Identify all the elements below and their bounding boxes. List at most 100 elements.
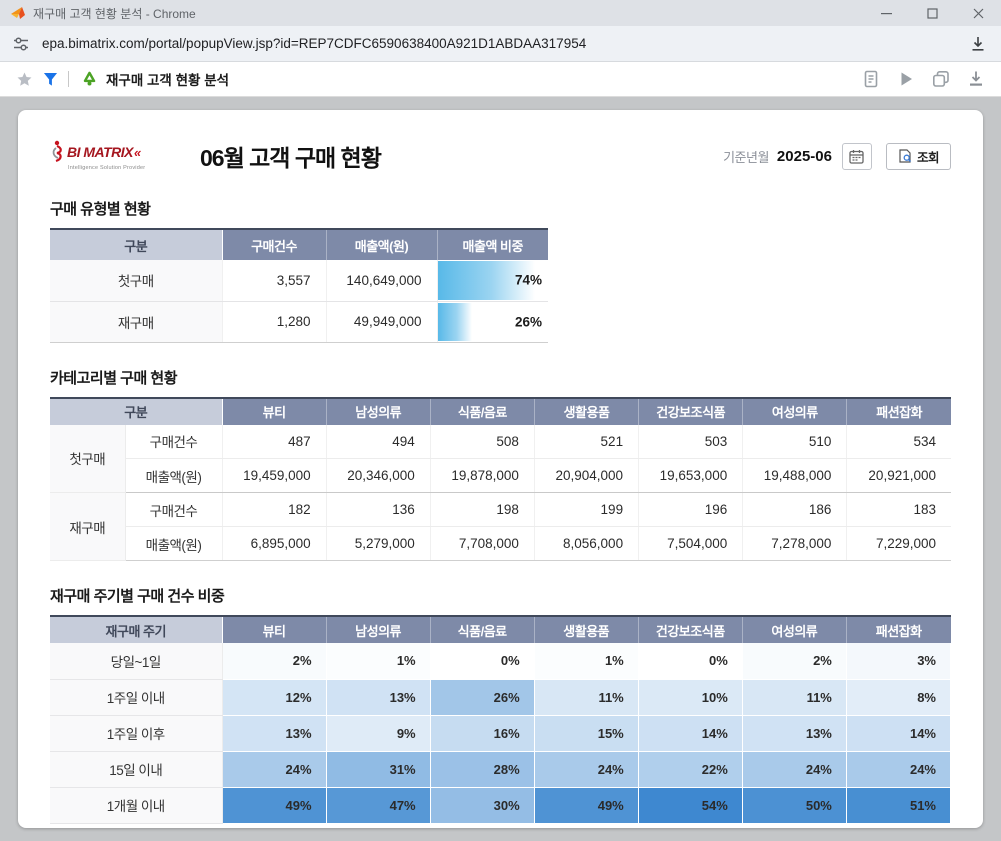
heat-cell: 0% bbox=[638, 643, 742, 679]
report-header: BI MATRIX « Intelligence Solution Provid… bbox=[50, 132, 951, 180]
purchase-type-table: 구분구매건수매출액(원)매출액 비중 첫구매3,557140,649,00074… bbox=[50, 228, 548, 343]
run-play-icon[interactable] bbox=[897, 70, 915, 88]
repurchase-cycle-heatmap: 재구매 주기뷰티남성의류식품/음료생활용품건강보조식품여성의류패션잡화 당일~1… bbox=[50, 615, 951, 824]
cycle-label: 1주일 이내 bbox=[50, 679, 222, 715]
group-label: 재구매 bbox=[50, 493, 125, 561]
calendar-button[interactable] bbox=[842, 143, 872, 170]
value-cell: 487 bbox=[222, 425, 326, 459]
value-cell: 183 bbox=[847, 493, 951, 527]
heat-cell: 49% bbox=[534, 787, 638, 823]
column-header: 재구매 주기 bbox=[50, 616, 222, 643]
site-settings-icon[interactable] bbox=[12, 35, 30, 53]
value-cell: 199 bbox=[534, 493, 638, 527]
share-value: 74% bbox=[515, 273, 542, 288]
minimize-button[interactable] bbox=[863, 0, 909, 26]
section1-title: 구매 유형별 현황 bbox=[50, 198, 951, 219]
value-cell: 20,346,000 bbox=[326, 459, 430, 493]
heat-cell: 24% bbox=[222, 751, 326, 787]
value-cell: 7,229,000 bbox=[847, 527, 951, 561]
maximize-button[interactable] bbox=[909, 0, 955, 26]
value-cell: 196 bbox=[639, 493, 743, 527]
report-logo-icon bbox=[81, 71, 98, 88]
heat-cell: 11% bbox=[534, 679, 638, 715]
search-button[interactable]: 조회 bbox=[886, 143, 951, 170]
copy-save-icon[interactable] bbox=[932, 70, 950, 88]
table-row: 매출액(원)19,459,00020,346,00019,878,00020,9… bbox=[50, 459, 951, 493]
heat-cell: 24% bbox=[534, 751, 638, 787]
section-purchase-type: 구매 유형별 현황 구분구매건수매출액(원)매출액 비중 첫구매3,557140… bbox=[50, 198, 951, 343]
value-cell: 8,056,000 bbox=[534, 527, 638, 561]
column-header: 구분 bbox=[50, 398, 222, 425]
value-cell: 7,708,000 bbox=[430, 527, 534, 561]
row-label: 재구매 bbox=[50, 301, 222, 342]
table-row: 첫구매구매건수487494508521503510534 bbox=[50, 425, 951, 459]
heat-cell: 8% bbox=[846, 679, 950, 715]
download-icon[interactable] bbox=[969, 35, 987, 53]
heat-cell: 9% bbox=[326, 715, 430, 751]
value-cell: 7,504,000 bbox=[639, 527, 743, 561]
search-button-label: 조회 bbox=[917, 147, 939, 166]
value-cell: 19,653,000 bbox=[639, 459, 743, 493]
section-category-purchase: 카테고리별 구매 현황 구분뷰티남성의류식품/음료생활용품건강보조식품여성의류패… bbox=[50, 367, 951, 562]
bimatrix-logo-mark-icon bbox=[50, 140, 64, 164]
close-button[interactable] bbox=[955, 0, 1001, 26]
section-repurchase-cycle: 재구매 주기별 구매 건수 비중 재구매 주기뷰티남성의류식품/음료생활용품건강… bbox=[50, 585, 951, 824]
column-header: 구매건수 bbox=[222, 229, 326, 260]
value-cell: 510 bbox=[743, 425, 847, 459]
heat-cell: 1% bbox=[534, 643, 638, 679]
report-card: BI MATRIX « Intelligence Solution Provid… bbox=[18, 110, 983, 828]
column-header: 남성의류 bbox=[326, 616, 430, 643]
value-cell: 182 bbox=[222, 493, 326, 527]
heat-cell: 51% bbox=[846, 787, 950, 823]
column-header: 여성의류 bbox=[743, 398, 847, 425]
heat-cell: 11% bbox=[742, 679, 846, 715]
bookmark-star-icon[interactable] bbox=[16, 71, 33, 88]
value-cell: 136 bbox=[326, 493, 430, 527]
heat-cell: 12% bbox=[222, 679, 326, 715]
value-cell: 20,921,000 bbox=[847, 459, 951, 493]
report-title: 06월 고객 구매 현황 bbox=[200, 139, 723, 173]
table-row: 1주일 이내12%13%26%11%10%11%8% bbox=[50, 679, 951, 715]
heat-cell: 10% bbox=[638, 679, 742, 715]
table-row: 첫구매3,557140,649,00074% bbox=[50, 260, 548, 301]
filter-label: 기준년월 bbox=[723, 147, 769, 166]
column-header: 생활용품 bbox=[534, 398, 638, 425]
export-download-icon[interactable] bbox=[967, 70, 985, 88]
metric-label: 구매건수 bbox=[125, 425, 222, 459]
value-cell: 198 bbox=[430, 493, 534, 527]
cycle-label: 당일~1일 bbox=[50, 643, 222, 679]
calendar-icon bbox=[849, 149, 864, 164]
value-cell: 19,878,000 bbox=[430, 459, 534, 493]
table-row: 1개월 이내49%47%30%49%54%50%51% bbox=[50, 787, 951, 823]
heat-cell: 16% bbox=[430, 715, 534, 751]
column-header: 패션잡화 bbox=[846, 616, 950, 643]
filter-funnel-icon[interactable] bbox=[43, 72, 58, 87]
address-bar[interactable]: epa.bimatrix.com/portal/popupView.jsp?id… bbox=[0, 26, 1001, 62]
heat-cell: 49% bbox=[222, 787, 326, 823]
column-header: 매출액(원) bbox=[326, 229, 437, 260]
column-header: 구분 bbox=[50, 229, 222, 260]
heat-cell: 0% bbox=[430, 643, 534, 679]
value-cell: 6,895,000 bbox=[222, 527, 326, 561]
filter-month-value[interactable]: 2025-06 bbox=[777, 148, 832, 165]
url-text[interactable]: epa.bimatrix.com/portal/popupView.jsp?id… bbox=[42, 36, 969, 51]
cycle-label: 1개월 이내 bbox=[50, 787, 222, 823]
heat-cell: 24% bbox=[742, 751, 846, 787]
metric-label: 구매건수 bbox=[125, 493, 222, 527]
brand-chevron: « bbox=[134, 146, 141, 159]
table-row: 재구매구매건수182136198199196186183 bbox=[50, 493, 951, 527]
column-header: 뷰티 bbox=[222, 398, 326, 425]
value-cell: 5,279,000 bbox=[326, 527, 430, 561]
heat-cell: 50% bbox=[742, 787, 846, 823]
table-row: 재구매1,28049,949,00026% bbox=[50, 301, 548, 342]
value-cell: 20,904,000 bbox=[534, 459, 638, 493]
group-label: 첫구매 bbox=[50, 425, 125, 493]
toolbar-page-title: 재구매 고객 현황 분석 bbox=[106, 69, 862, 89]
column-header: 식품/음료 bbox=[430, 398, 534, 425]
table-row: 15일 이내24%31%28%24%22%24%24% bbox=[50, 751, 951, 787]
column-header: 생활용품 bbox=[534, 616, 638, 643]
page-background: BI MATRIX « Intelligence Solution Provid… bbox=[0, 97, 1001, 841]
table-row: 당일~1일2%1%0%1%0%2%3% bbox=[50, 643, 951, 679]
report-view-icon[interactable] bbox=[862, 70, 880, 88]
column-header: 여성의류 bbox=[742, 616, 846, 643]
